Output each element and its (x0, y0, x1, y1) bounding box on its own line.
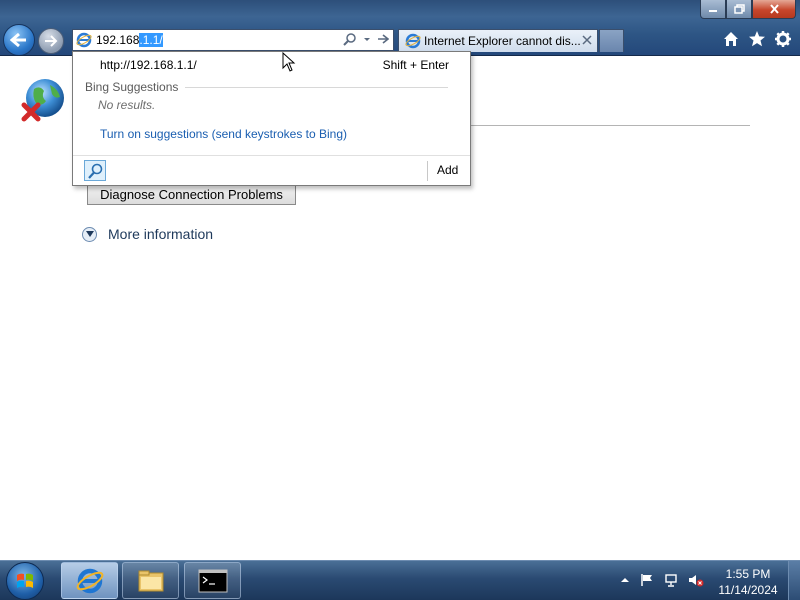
tab-close-button[interactable] (582, 33, 592, 48)
address-input[interactable]: 192.168.1.1/ (96, 33, 163, 47)
turn-on-suggestions-link[interactable]: Turn on suggestions (send keystrokes to … (100, 127, 347, 141)
taskbar-internet-explorer[interactable] (61, 562, 118, 599)
address-tools (343, 32, 389, 46)
back-arrow-icon (10, 32, 26, 48)
windows-logo-icon (17, 573, 33, 588)
mouse-cursor-icon (282, 52, 296, 72)
address-text-selected: .1.1/ (139, 33, 163, 47)
chevron-down-icon[interactable] (363, 32, 371, 46)
star-icon[interactable] (748, 30, 766, 48)
browser-title-bar: 192.168.1.1/ Internet Explorer cannot di… (0, 0, 800, 56)
window-controls (700, 0, 796, 19)
clock-time: 1:55 PM (725, 567, 771, 581)
address-text-prefix: 192.168 (96, 33, 140, 47)
maximize-button[interactable] (726, 0, 752, 19)
heading-divider (185, 87, 448, 88)
show-hidden-icons-icon[interactable] (620, 573, 630, 587)
search-icon (88, 163, 103, 179)
new-tab-button[interactable] (599, 29, 624, 52)
ie-icon (76, 32, 92, 48)
globe-error-icon (21, 79, 64, 122)
more-information-label: More information (108, 226, 214, 242)
expand-chevron-icon (82, 226, 97, 242)
volume-muted-icon[interactable] (688, 573, 704, 587)
close-icon (582, 35, 592, 45)
header-divider (470, 125, 750, 126)
forward-button[interactable] (38, 28, 64, 54)
restore-icon (733, 4, 745, 14)
folder-icon (138, 570, 163, 591)
taskbar-command-prompt[interactable] (184, 562, 241, 599)
shortcut-hint: Shift + Enter (382, 58, 449, 72)
url-suggestion[interactable]: http://192.168.1.1/ (100, 58, 197, 72)
no-results-text: No results. (98, 98, 156, 112)
forward-arrow-icon (45, 35, 58, 47)
more-information-toggle[interactable]: More information (82, 226, 213, 242)
search-icon[interactable] (343, 32, 357, 46)
go-arrow-icon[interactable] (377, 32, 389, 46)
diagnose-connection-button[interactable]: Diagnose Connection Problems (87, 183, 296, 205)
network-icon[interactable] (664, 573, 678, 587)
ie-icon (405, 33, 421, 49)
address-bar[interactable]: 192.168.1.1/ (72, 29, 394, 51)
clock-date: 11/14/2024 (718, 583, 778, 597)
start-button[interactable] (6, 562, 44, 600)
taskbar-clock[interactable]: 1:55 PM 11/14/2024 (712, 566, 784, 598)
add-provider-button[interactable]: Add (437, 163, 458, 177)
show-desktop-button[interactable] (788, 561, 800, 600)
bing-suggestions-heading: Bing Suggestions (85, 80, 179, 94)
taskbar: 1:55 PM 11/14/2024 (0, 560, 800, 600)
dropdown-footer: Add (73, 155, 470, 185)
minimize-icon (709, 10, 717, 12)
ie-icon (76, 568, 103, 593)
back-button[interactable] (3, 24, 35, 56)
footer-divider (427, 161, 428, 181)
address-suggestions-dropdown: http://192.168.1.1/ Shift + Enter Bing S… (72, 51, 471, 186)
close-window-button[interactable] (752, 0, 796, 19)
command-icons (722, 30, 792, 48)
command-prompt-icon (198, 569, 227, 592)
system-tray (620, 573, 704, 587)
home-icon[interactable] (722, 30, 740, 48)
tab-title: Internet Explorer cannot dis... (424, 34, 581, 48)
search-provider-button[interactable] (84, 160, 106, 181)
gear-icon[interactable] (774, 30, 792, 48)
browser-tab[interactable]: Internet Explorer cannot dis... (398, 29, 598, 52)
minimize-button[interactable] (700, 0, 726, 19)
taskbar-file-explorer[interactable] (122, 562, 179, 599)
close-icon (769, 4, 779, 14)
action-center-flag-icon[interactable] (640, 573, 654, 587)
